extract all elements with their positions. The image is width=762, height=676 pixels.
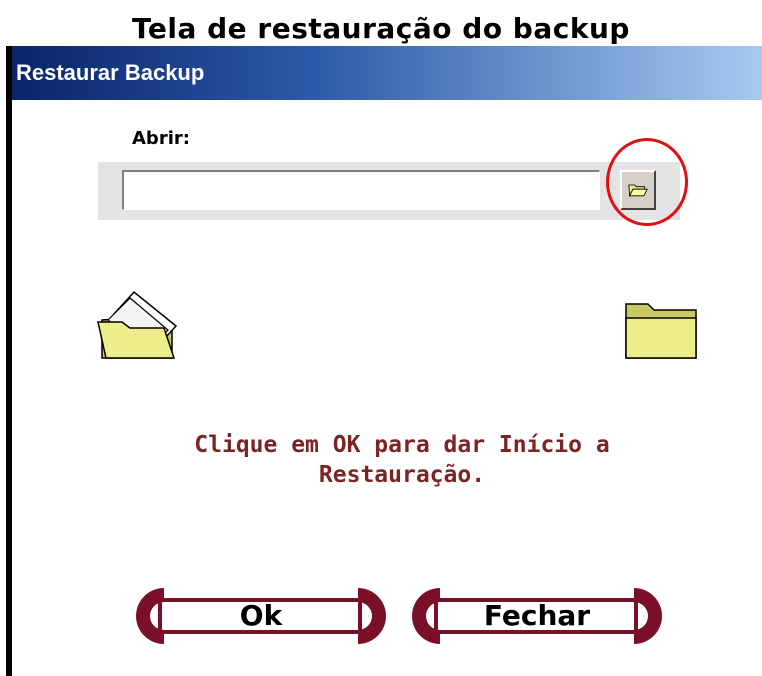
highlight-circle [606,138,688,226]
open-label: Abrir: [132,128,190,149]
ok-button[interactable]: Ok [130,586,392,646]
page-caption: Tela de restauração do backup [132,12,630,45]
open-folder-icon [97,290,178,359]
close-button[interactable]: Fechar [406,586,668,646]
title-bar: Restaurar Backup [12,46,762,100]
instruction-message: Clique em OK para dar Início a Restauraç… [194,432,610,488]
window-title: Restaurar Backup [16,60,205,85]
close-label: Fechar [483,599,591,632]
restore-backup-window: Restaurar Backup Abrir: Clique em OK par… [6,46,762,676]
ok-label: Ok [239,599,283,632]
closed-folder-icon [625,303,697,359]
backup-path-input[interactable] [122,170,600,210]
